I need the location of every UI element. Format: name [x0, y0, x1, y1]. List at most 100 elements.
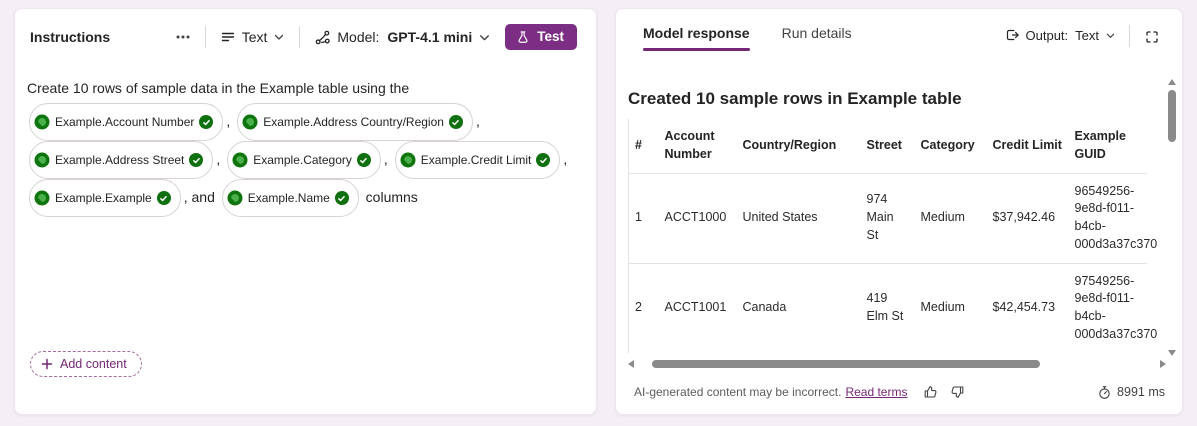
column-header: Street — [866, 137, 902, 152]
column-token-label: Example.Name — [247, 191, 330, 205]
checkmark-icon — [189, 153, 204, 167]
separator-text: , — [226, 112, 231, 129]
tab-label: Model response — [643, 25, 750, 41]
beaker-icon — [516, 30, 530, 44]
duration: 8991 ms — [1117, 385, 1165, 399]
column-header: Example GUID — [1074, 129, 1126, 161]
cell-account-number: ACCT1000 — [664, 210, 727, 225]
thumbs-down-icon — [950, 384, 966, 400]
column-token-account-number[interactable]: Example.Account Number — [29, 103, 224, 141]
separator-text: , and — [183, 188, 215, 205]
model-response-panel: Model response Run details Output: Text … — [615, 8, 1183, 415]
table-row: 1 ACCT1000 United States 974 Main St Med… — [628, 173, 1158, 263]
output-icon — [1004, 27, 1020, 43]
checkmark-icon — [448, 115, 463, 129]
scroll-left-arrow-icon[interactable] — [628, 360, 634, 368]
cell-street: 974 Main St — [866, 192, 894, 242]
cell-credit-limit: $37,942.46 — [992, 210, 1056, 225]
cell-index: 2 — [635, 300, 642, 315]
column-token-address-country-region[interactable]: Example.Address Country/Region — [237, 103, 473, 141]
horizontal-scrollbar-thumb[interactable] — [652, 360, 1040, 368]
ai-disclaimer: AI-generated content may be incorrect. — [634, 385, 842, 399]
cell-country-region: Canada — [742, 300, 787, 315]
column-token-label: Example.Category — [253, 153, 352, 167]
response-header: Model response Run details Output: Text — [616, 9, 1182, 51]
tab-model-response[interactable]: Model response — [643, 25, 750, 51]
column-token-credit-limit[interactable]: Example.Credit Limit — [394, 141, 561, 179]
cell-credit-limit: $42,454.73 — [992, 300, 1056, 315]
column-token-label: Example.Credit Limit — [420, 153, 532, 167]
fullscreen-icon — [1144, 29, 1160, 45]
dataverse-icon — [34, 114, 50, 130]
separator-text: , — [216, 150, 221, 167]
scroll-down-arrow-icon[interactable] — [1168, 350, 1176, 356]
column-header: Country/Region — [742, 137, 837, 152]
horizontal-scrollbar-track[interactable] — [642, 360, 1152, 368]
fullscreen-button[interactable] — [1140, 25, 1164, 49]
checkmark-icon — [334, 191, 349, 205]
instructions-panel: Instructions Text Model: GPT-4.1 mini Te… — [14, 8, 597, 415]
format-dropdown[interactable]: Text — [216, 26, 290, 48]
table-header-row: # Account Number Country/Region Street C… — [628, 119, 1147, 173]
ellipsis-icon — [175, 29, 191, 45]
checkmark-icon — [156, 191, 171, 205]
cell-street: 419 Elm St — [866, 291, 904, 323]
divider — [204, 26, 206, 48]
cell-category: Medium — [920, 300, 965, 315]
tab-label: Run details — [781, 25, 852, 41]
text-format-icon — [220, 29, 236, 45]
prompt-editor[interactable]: Create 10 rows of sample data in the Exa… — [15, 50, 585, 217]
column-token-address-street[interactable]: Example.Address Street — [29, 141, 214, 179]
test-button[interactable]: Test — [505, 24, 577, 50]
model-label: Model: — [337, 29, 380, 45]
chevron-down-icon — [1105, 30, 1116, 41]
prompt-text: Create 10 rows of sample data in the Exa… — [27, 80, 410, 96]
checkmark-icon — [536, 153, 551, 167]
separator-text: columns — [365, 188, 418, 205]
thumbs-up-button[interactable] — [919, 381, 941, 403]
cell-example-guid: 96549256-9e8d-f011-b4cb-000d3a37c370 — [1074, 183, 1158, 251]
output-value: Text — [1075, 27, 1099, 43]
vertical-scrollbar[interactable] — [1167, 79, 1177, 356]
timer-icon — [1097, 385, 1112, 400]
instructions-header: Instructions Text Model: GPT-4.1 mini Te… — [15, 9, 596, 50]
model-dropdown[interactable]: Model: GPT-4.1 mini — [310, 26, 495, 49]
cell-country-region: United States — [742, 210, 818, 225]
cell-category: Medium — [920, 210, 965, 225]
more-options-button[interactable] — [171, 25, 195, 49]
divider — [1129, 25, 1130, 47]
output-dropdown[interactable]: Output: Text — [1001, 25, 1119, 45]
dataverse-icon — [34, 190, 50, 206]
thumbs-down-button[interactable] — [947, 381, 969, 403]
checkmark-icon — [356, 153, 371, 167]
column-token-category[interactable]: Example.Category — [227, 141, 381, 179]
column-token-name[interactable]: Example.Name — [221, 179, 359, 217]
column-token-label: Example.Example — [55, 191, 152, 205]
response-footer: AI-generated content may be incorrect. R… — [634, 381, 1165, 403]
add-content-label: Add content — [60, 357, 127, 371]
add-content-button[interactable]: Add content — [30, 351, 142, 377]
plus-icon — [41, 358, 53, 370]
checkmark-icon — [199, 115, 214, 129]
horizontal-scrollbar[interactable] — [628, 358, 1166, 370]
column-header: Account Number — [664, 129, 715, 161]
chevron-down-icon — [273, 31, 285, 43]
thumbs-up-icon — [922, 384, 938, 400]
scroll-up-arrow-icon[interactable] — [1168, 79, 1176, 85]
panel-title: Instructions — [30, 29, 111, 45]
column-token-label: Example.Address Street — [55, 153, 185, 167]
separator-text: , — [475, 112, 480, 129]
format-value: Text — [241, 29, 268, 45]
response-table: # Account Number Country/Region Street C… — [628, 119, 1158, 353]
tab-run-details[interactable]: Run details — [782, 25, 852, 51]
read-terms-link[interactable]: Read terms — [845, 385, 907, 399]
dataverse-icon — [242, 114, 258, 130]
vertical-scrollbar-thumb[interactable] — [1168, 90, 1176, 142]
column-token-example[interactable]: Example.Example — [29, 179, 181, 217]
response-heading: Created 10 sample rows in Example table — [628, 89, 962, 108]
model-value: GPT-4.1 mini — [387, 29, 473, 45]
dataverse-icon — [400, 152, 416, 168]
scroll-right-arrow-icon[interactable] — [1160, 360, 1166, 368]
separator-text: , — [383, 150, 388, 167]
dataverse-icon — [232, 152, 248, 168]
